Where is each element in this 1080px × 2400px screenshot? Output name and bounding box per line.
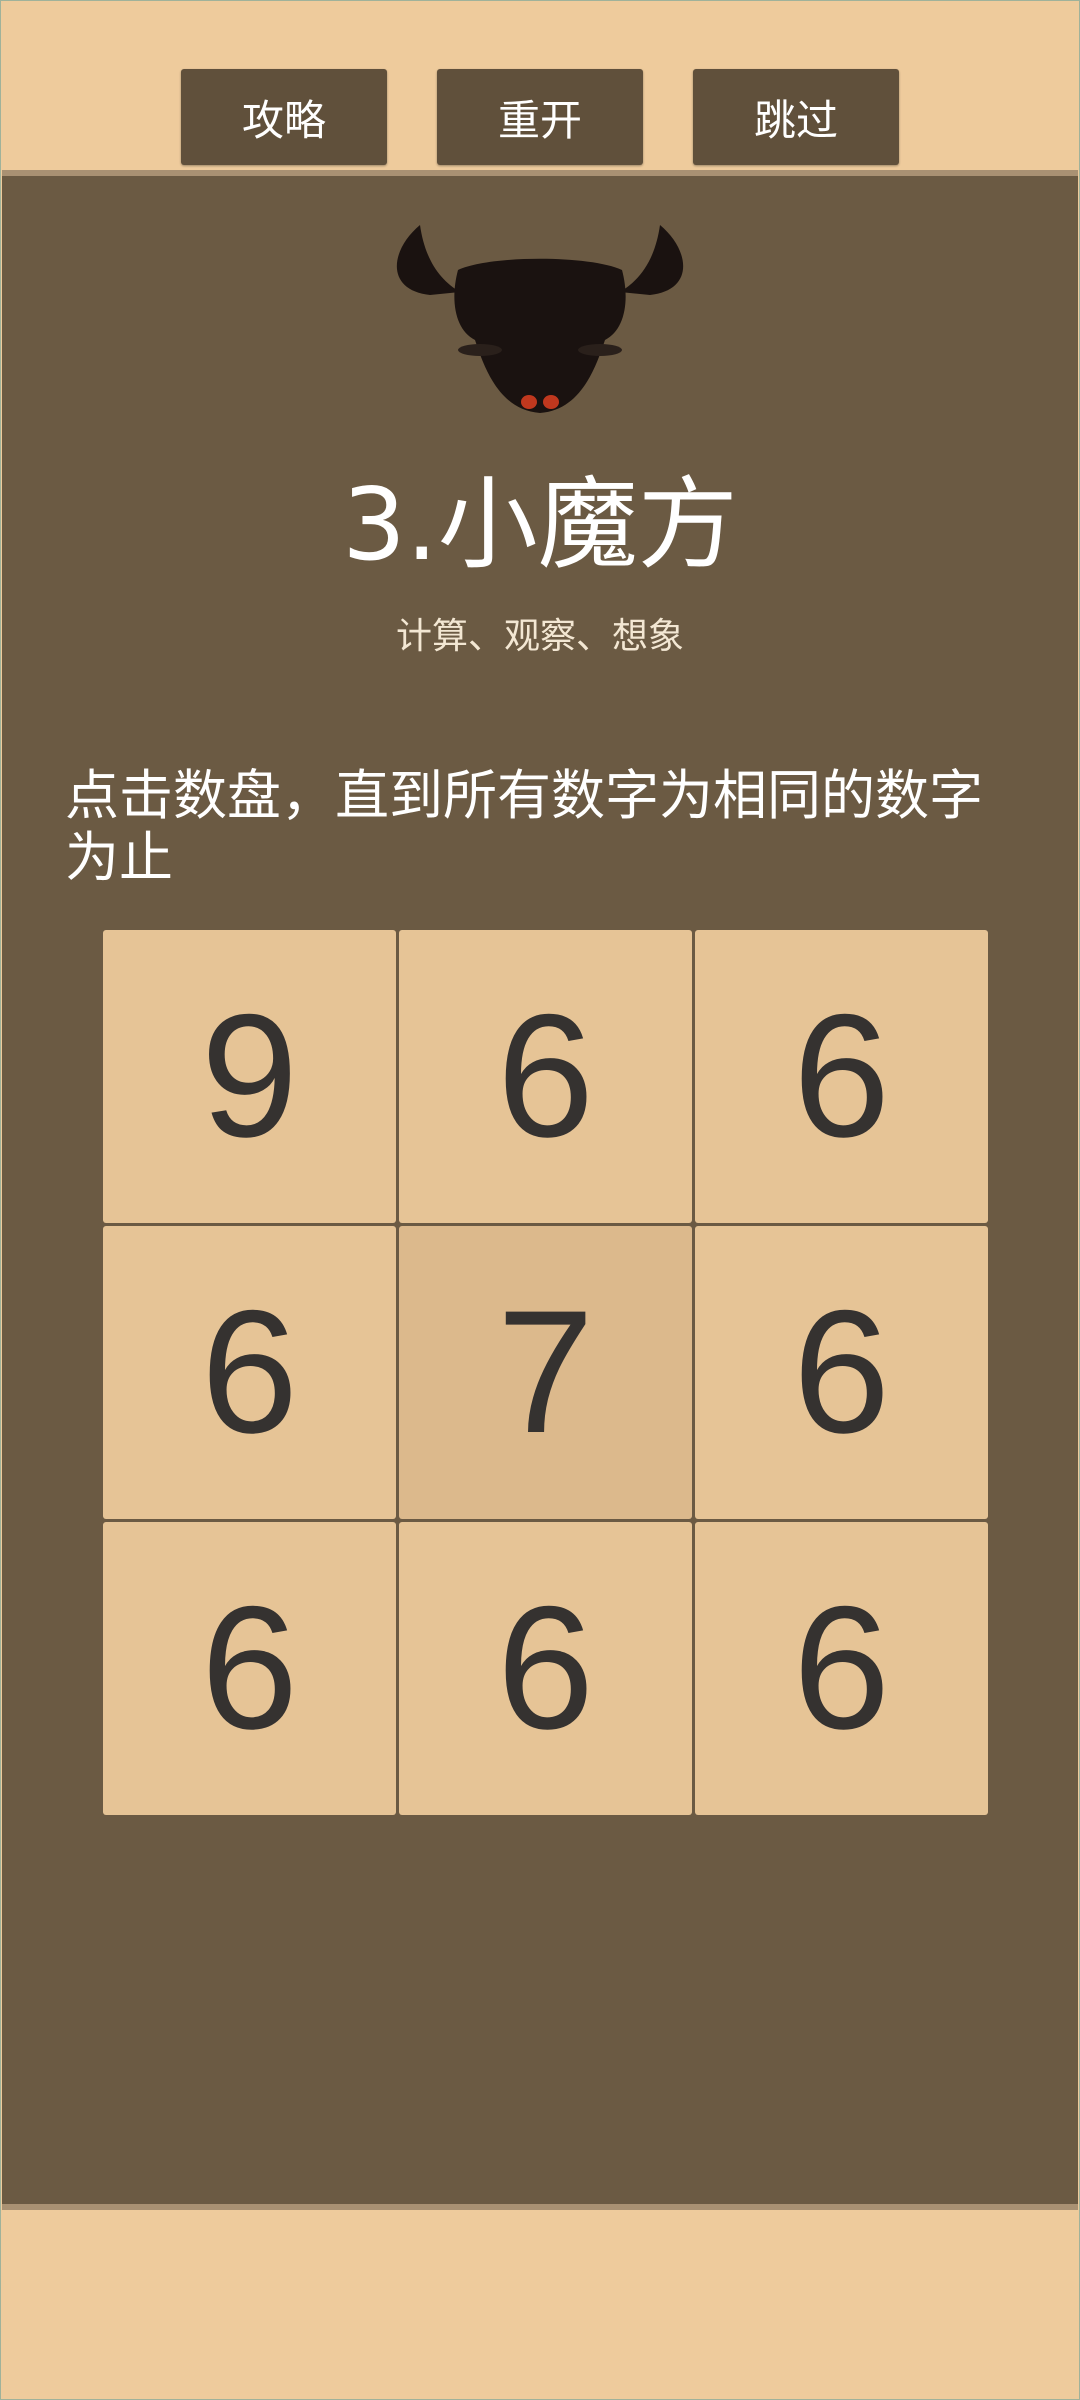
board-cell[interactable]: 6 bbox=[695, 930, 988, 1223]
level-subtitle: 计算、观察、想象 bbox=[395, 616, 684, 657]
guide-button[interactable]: 攻略 bbox=[181, 69, 387, 165]
board-cell[interactable]: 6 bbox=[399, 930, 692, 1223]
level-title: 3.小魔方 bbox=[342, 466, 738, 583]
bottom-bar bbox=[0, 2210, 1080, 2400]
number-board: 9 6 6 6 7 6 6 6 6 bbox=[103, 930, 989, 1816]
board-cell[interactable]: 6 bbox=[695, 1226, 988, 1519]
board-cell[interactable]: 6 bbox=[399, 1522, 692, 1815]
skip-button[interactable]: 跳过 bbox=[693, 69, 899, 165]
board-cell[interactable]: 6 bbox=[103, 1522, 396, 1815]
board-cell-center[interactable]: 7 bbox=[399, 1226, 692, 1519]
restart-button[interactable]: 重开 bbox=[437, 69, 643, 165]
level-instruction: 点击数盘，直到所有数字为相同的数字为止 bbox=[65, 764, 983, 889]
board-cell[interactable]: 6 bbox=[103, 1226, 396, 1519]
board-cell[interactable]: 9 bbox=[103, 930, 396, 1223]
bull-head-icon bbox=[396, 225, 684, 413]
top-toolbar: 攻略 重开 跳过 bbox=[0, 0, 1080, 170]
board-cell[interactable]: 6 bbox=[695, 1522, 988, 1815]
